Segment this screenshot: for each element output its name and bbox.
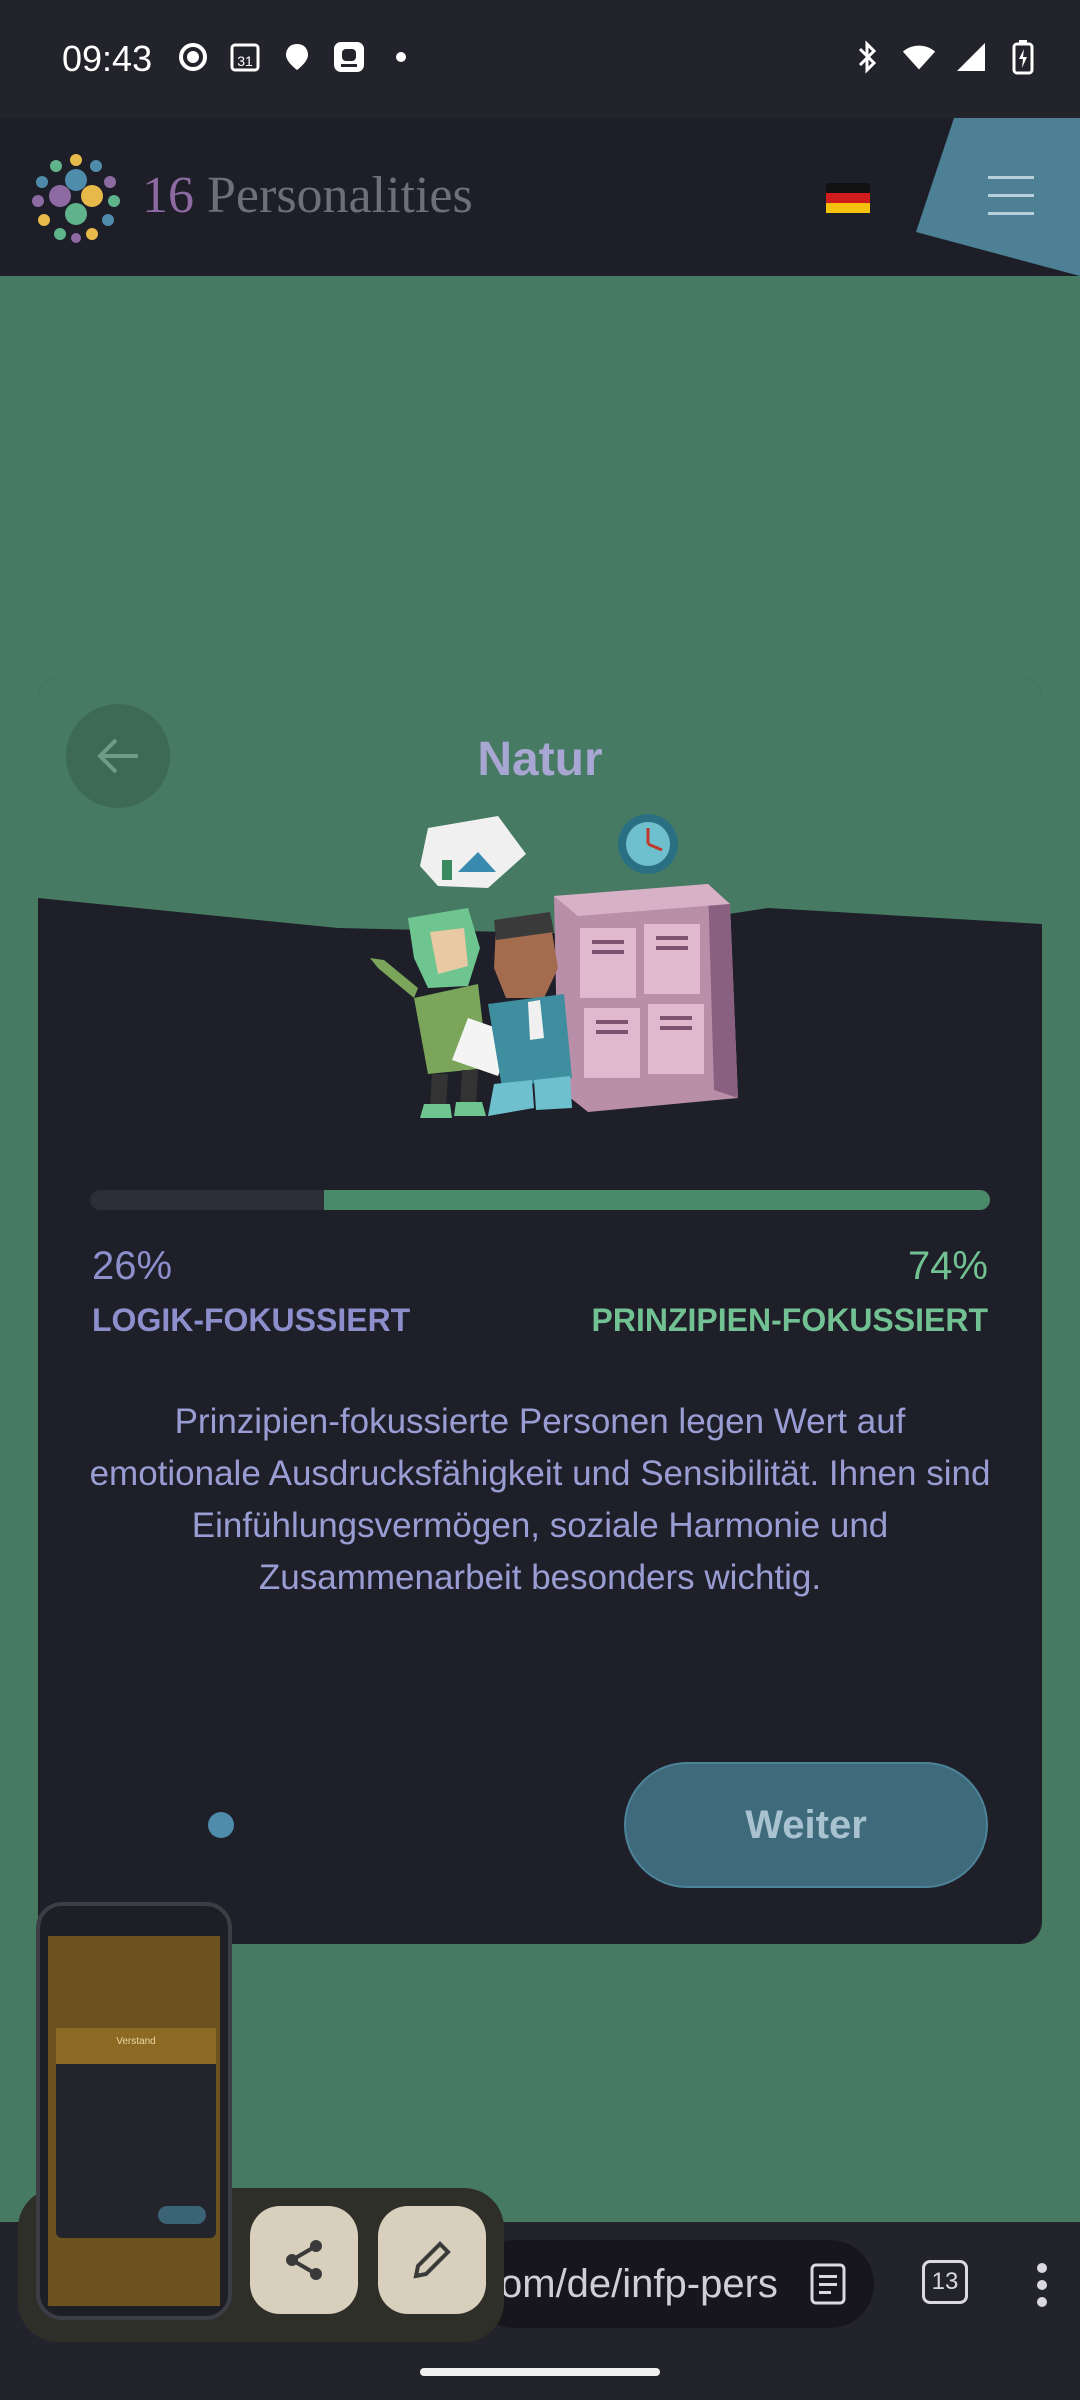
- flag-germany-icon[interactable]: [826, 183, 870, 213]
- next-button[interactable]: Weiter: [624, 1762, 988, 1888]
- clock: 09:43: [62, 38, 153, 79]
- logo-icon[interactable]: [26, 146, 126, 246]
- app-icon: [332, 40, 366, 74]
- logo-wordmark[interactable]: 16 Personalities: [142, 166, 473, 225]
- calendar-icon: 31: [228, 40, 262, 74]
- share-icon: [286, 2240, 322, 2280]
- trait-description: Prinzipien-fokussierte Personen legen We…: [89, 1402, 991, 1597]
- hero-background: [0, 276, 1080, 680]
- more-vertical-icon[interactable]: [1024, 2250, 1060, 2320]
- wifi-icon: [902, 40, 936, 74]
- left-trait-percent: 26%: [92, 1244, 173, 1288]
- right-trait-label: PRINZIPIEN-FOKUSSIERT: [591, 1302, 988, 1338]
- dot-icon: [384, 40, 418, 74]
- bluetooth-icon: [850, 40, 884, 74]
- right-trait-percent: 74%: [907, 1244, 988, 1288]
- site-header: 16 Personalities: [0, 118, 1080, 276]
- signal-icon: [954, 40, 988, 74]
- edit-button[interactable]: [378, 2206, 486, 2314]
- pencil-icon: [413, 2241, 451, 2279]
- notification-icons: 31: [176, 40, 418, 74]
- card-title: Natur: [477, 733, 603, 786]
- gesture-home-bar[interactable]: [420, 2368, 660, 2376]
- menu-button[interactable]: [916, 118, 1080, 276]
- page-indicator-dot: [208, 1812, 234, 1838]
- thumbnail-card: Verstand: [56, 2028, 216, 2238]
- url-text: om/de/infp-pers: [500, 2262, 778, 2306]
- thumbnail-title: Verstand: [116, 2036, 156, 2047]
- logo-word: Personalities: [207, 167, 473, 224]
- system-icons: [850, 40, 1040, 75]
- chat-bubble-icon: [176, 40, 210, 74]
- screenshot-thumbnail[interactable]: Verstand: [36, 1902, 232, 2320]
- trait-progress-bar: [90, 1190, 990, 1210]
- battery-charging-icon: [1006, 40, 1040, 75]
- reader-mode-icon[interactable]: [808, 2262, 848, 2306]
- illustration-characters: [318, 808, 758, 1138]
- result-card: Natur 26% 74% LOGIK-FOKUSSIERT PRINZIPIE…: [38, 678, 1042, 1944]
- svg-text:31: 31: [237, 53, 253, 69]
- tab-count-button[interactable]: 13: [922, 2260, 968, 2304]
- maps-icon: [280, 40, 314, 74]
- status-bar: 09:43 31: [0, 0, 1080, 118]
- left-trait-label: LOGIK-FOKUSSIERT: [92, 1302, 411, 1338]
- logo-number: 16: [142, 167, 194, 224]
- trait-progress-fill: [324, 1190, 990, 1210]
- thumbnail-page: Verstand: [48, 1936, 220, 2306]
- share-button[interactable]: [250, 2206, 358, 2314]
